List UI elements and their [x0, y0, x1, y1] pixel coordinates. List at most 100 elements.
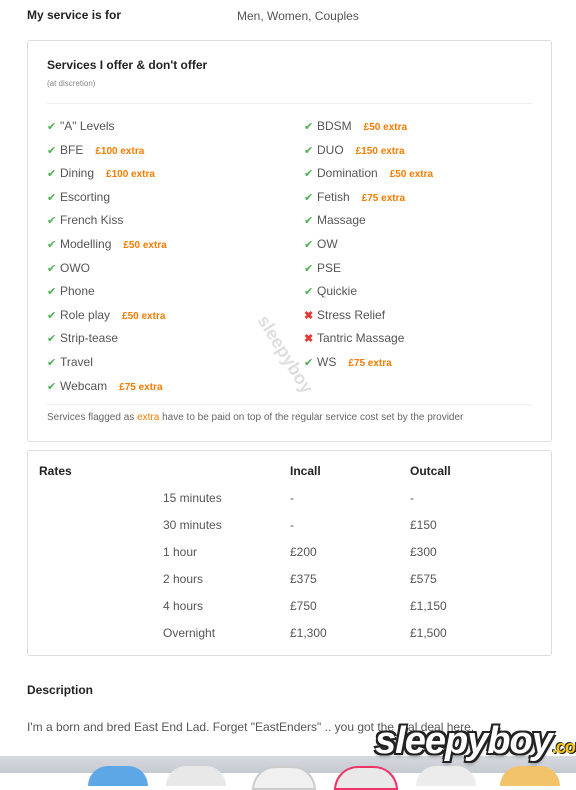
extra-price: £50 extra: [389, 169, 434, 181]
service-item: ✔ DUO £150 extra: [304, 143, 405, 163]
rate-duration: 1 hour: [163, 545, 198, 559]
note-text: Services flagged as: [47, 412, 138, 423]
check-icon: ✔: [304, 215, 314, 228]
service-item: ✔ OWO: [47, 261, 90, 281]
check-icon: ✔: [47, 239, 57, 251]
extra-price: £75 extra: [119, 381, 163, 393]
extra-price: £50 extra: [122, 310, 166, 322]
check-icon: ✔: [304, 262, 314, 275]
service-item: ✔ WS £75 extra: [304, 355, 392, 375]
rate-incall: £375: [290, 572, 317, 586]
service-name: Fetish: [317, 189, 350, 204]
note-highlight: extra: [137, 412, 160, 423]
service-name: "A" Levels: [60, 119, 115, 133]
service-item: ✖ Stress Relief: [304, 308, 385, 328]
service-name: Escorting: [60, 189, 111, 204]
service-name: Dining: [60, 166, 95, 181]
check-icon: ✔: [47, 191, 57, 204]
rate-outcall: £1,150: [410, 599, 447, 613]
outcall-header: Outcall: [410, 464, 451, 478]
rate-outcall: £300: [410, 545, 437, 559]
check-icon: ✔: [47, 215, 57, 228]
service-name: Stress Relief: [317, 307, 386, 322]
rates-title: Rates: [39, 464, 72, 478]
service-item: ✔ Massage: [304, 213, 366, 233]
check-icon: ✔: [47, 380, 57, 393]
check-icon: ✔: [304, 239, 314, 251]
service-item: ✔ Phone: [47, 284, 95, 304]
check-icon: ✔: [304, 144, 314, 157]
divider: [47, 103, 532, 104]
rate-outcall: -: [410, 491, 414, 505]
service-name: Quickie: [317, 284, 358, 299]
check-icon: ✔: [47, 309, 57, 322]
check-icon: ✔: [304, 191, 314, 204]
services-note: Services flagged as extra have to be pai…: [47, 412, 463, 423]
extra-price: £50 extra: [363, 122, 408, 133]
service-name: BFE: [60, 142, 84, 157]
divider: [47, 404, 532, 405]
service-name: PSE: [317, 260, 342, 275]
dock-app-icon[interactable]: [500, 766, 560, 786]
service-for-row: My service is for Men, Women, Couples: [0, 0, 576, 30]
extra-price: £150 extra: [355, 145, 405, 157]
rate-incall: £200: [290, 545, 317, 559]
service-name: OWO: [60, 260, 90, 275]
check-icon: ✔: [304, 357, 314, 369]
check-icon: ✔: [47, 121, 57, 133]
service-item: ✔ Modelling £50 extra: [47, 237, 167, 257]
service-item: ✔ Dining £100 extra: [47, 166, 155, 186]
check-icon: ✔: [47, 262, 57, 275]
description-title: Description: [27, 683, 94, 697]
service-item: ✔ Domination £50 extra: [304, 166, 433, 186]
service-item: ✔ OW: [304, 237, 338, 257]
rates-panel: Rates Incall Outcall 15 minutes - - 30 minu…: [27, 450, 552, 656]
logo-text: sleepyboy: [375, 720, 553, 762]
sleepyboy-logo: sleepyboy.com: [375, 720, 576, 763]
service-item: ✔ BFE £100 extra: [47, 143, 144, 163]
service-name: Webcam: [60, 378, 108, 393]
extra-price: £75 extra: [348, 358, 392, 369]
check-icon: ✔: [47, 333, 57, 346]
extra-price: £100 extra: [95, 145, 145, 157]
service-item: ✔ Strip-tease: [47, 331, 118, 351]
check-icon: ✔: [47, 357, 57, 369]
check-icon: ✔: [304, 286, 314, 299]
rate-duration: Overnight: [163, 626, 216, 640]
service-name: Tantric Massage: [317, 331, 405, 346]
service-name: Domination: [317, 166, 378, 181]
rate-duration: 4 hours: [163, 599, 204, 613]
service-name: Modelling: [60, 237, 112, 251]
service-item: ✔ Webcam £75 extra: [47, 379, 163, 399]
rate-duration: 30 minutes: [163, 518, 222, 532]
service-item: ✔ BDSM £50 extra: [304, 119, 407, 139]
cross-icon: ✖: [304, 333, 314, 346]
rate-outcall: £1,500: [410, 626, 447, 640]
dock-app-icon[interactable]: [88, 766, 148, 786]
service-name: Massage: [317, 213, 366, 228]
rate-incall: £1,300: [290, 626, 327, 640]
service-item: ✔ Role play £50 extra: [47, 308, 165, 328]
rate-incall: -: [290, 518, 294, 532]
service-name: Travel: [60, 355, 93, 369]
services-title: Services I offer & don't offer: [47, 58, 208, 72]
service-item: ✔ French Kiss: [47, 213, 123, 233]
dock-app-icon[interactable]: [334, 766, 398, 790]
service-item: ✖ Tantric Massage: [304, 331, 404, 351]
check-icon: ✔: [47, 286, 57, 299]
service-item: ✔ "A" Levels: [47, 119, 115, 139]
services-subtitle: (at discretion): [47, 79, 96, 88]
dock-app-icon[interactable]: [252, 766, 316, 790]
rate-incall: -: [290, 491, 294, 505]
rate-outcall: £575: [410, 572, 437, 586]
dock-app-icon[interactable]: [416, 766, 476, 786]
service-name: Phone: [60, 284, 95, 299]
service-item: ✔ Fetish £75 extra: [304, 190, 405, 210]
service-name: DUO: [317, 142, 344, 157]
check-icon: ✔: [304, 168, 314, 181]
dock-app-icon[interactable]: [166, 766, 226, 786]
service-name: Strip-tease: [60, 331, 119, 346]
extra-price: £50 extra: [123, 240, 167, 251]
service-name: French Kiss: [60, 213, 124, 228]
service-item: ✔ PSE: [304, 261, 341, 281]
